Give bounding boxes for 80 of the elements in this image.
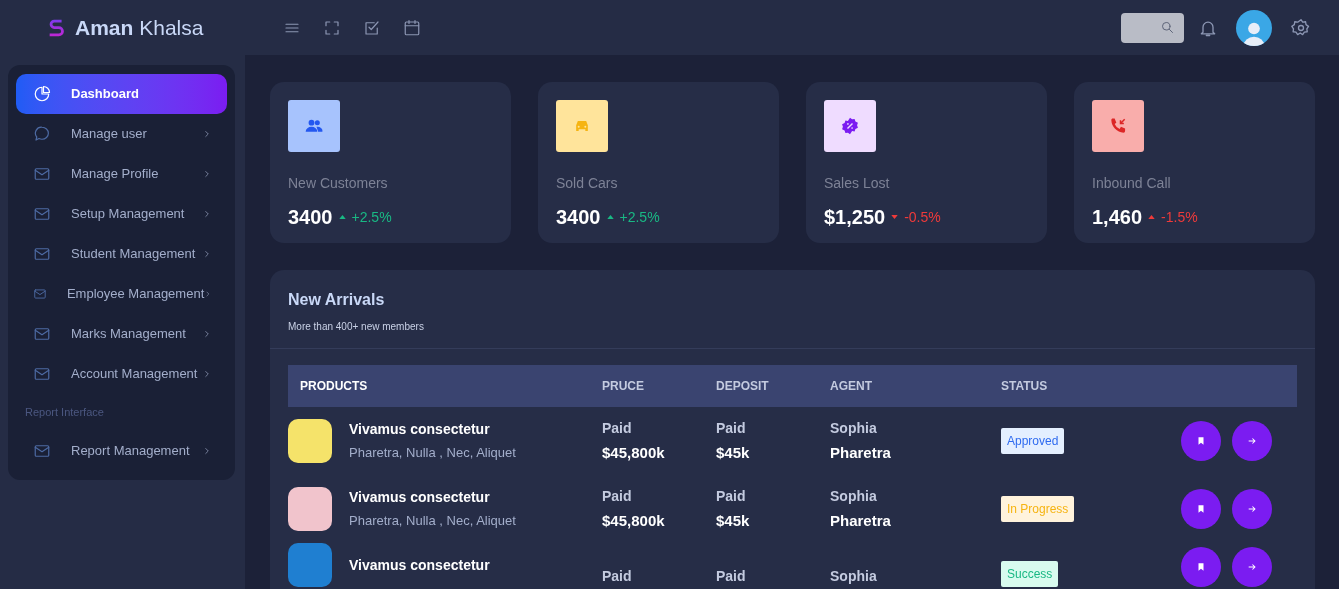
- sidebar-item[interactable]: Report Management: [16, 430, 227, 471]
- table-cell-text: Pharetra: [830, 442, 892, 463]
- pie-chart-icon: [33, 85, 51, 103]
- settings-icon[interactable]: [1291, 17, 1311, 38]
- product-photo-placeholder: [288, 543, 332, 587]
- stat-change: +2.5%: [351, 207, 392, 227]
- table-cell-text: Paid: [716, 418, 747, 438]
- arrow-right-icon: [1247, 562, 1257, 572]
- table-cell-text: $45,800k: [602, 510, 666, 531]
- table-cell-text: Vivamus consectetur: [349, 488, 491, 508]
- sidebar-item[interactable]: Manage user: [16, 114, 227, 154]
- column-header: DEPOSIT: [716, 378, 770, 395]
- product-photo-placeholder: [288, 419, 332, 463]
- table-cell-text: Paid: [716, 567, 747, 586]
- bookmark-icon: [1196, 436, 1206, 446]
- table-cell-text: Sophia: [830, 418, 878, 438]
- table-cell-text: Paid: [602, 418, 633, 438]
- sidebar-item[interactable]: Manage Profile: [16, 154, 227, 194]
- table-cell-text: Paid: [602, 486, 633, 506]
- table-cell-text: Paid: [602, 567, 633, 586]
- table-cell-text: Pharetra, Nulla , Nec, Aliquet: [349, 512, 516, 531]
- stat-value: 3400: [556, 205, 601, 230]
- section-title: New Arrivals: [288, 290, 386, 310]
- discount-badge-icon: [840, 116, 860, 136]
- bookmark-icon: [1196, 562, 1206, 572]
- status-badge: Success: [1001, 561, 1059, 587]
- sidebar-item[interactable]: Account Management: [16, 354, 227, 394]
- table-cell-text: Sophia: [830, 567, 878, 586]
- stat-change: -0.5%: [904, 207, 941, 227]
- chat-bubble-icon: [33, 125, 51, 143]
- mail-icon: [33, 365, 51, 383]
- bookmark-button[interactable]: [1181, 547, 1221, 587]
- status-badge: Approved: [1001, 428, 1065, 454]
- stat-label: New Customers: [288, 174, 389, 193]
- sidebar-item[interactable]: Employee Management: [16, 274, 227, 314]
- stat-value: 1,460: [1092, 205, 1143, 230]
- sidebar-item[interactable]: Student Management: [16, 234, 227, 274]
- stat-label: Sold Cars: [556, 174, 619, 193]
- table-cell-text: $45,800k: [602, 442, 666, 463]
- table-cell-text: Paid: [716, 486, 747, 506]
- bookmark-button[interactable]: [1181, 489, 1221, 529]
- sidebar-item[interactable]: Marks Management: [16, 314, 227, 354]
- search-icon: [1160, 20, 1175, 35]
- stat-change: +2.5%: [619, 207, 660, 227]
- status-badge: In Progress: [1001, 496, 1075, 522]
- table-cell-text: $45k: [716, 442, 751, 463]
- mail-icon: [33, 245, 51, 263]
- table-cell-text: Sophia: [830, 486, 878, 506]
- table-cell-text: Vivamus consectetur: [349, 555, 490, 575]
- table-cell-text: Pharetra: [830, 510, 892, 531]
- arrow-right-icon: [1247, 504, 1257, 514]
- column-header: STATUS: [1001, 378, 1049, 395]
- column-header: AGENT: [830, 378, 873, 395]
- calendar-icon[interactable]: [403, 18, 422, 37]
- mail-icon: [33, 205, 51, 223]
- product-photo-placeholder: [288, 487, 332, 531]
- stat-change: -1.5%: [1161, 207, 1198, 227]
- search-field[interactable]: [1121, 12, 1184, 43]
- stat-value: $1,250: [824, 205, 886, 230]
- section-label: Report Interface: [24, 405, 105, 420]
- stat-value: 3400: [288, 205, 333, 230]
- table-cell-text: $45k: [716, 510, 751, 531]
- sidebar-item[interactable]: Setup Management: [16, 194, 227, 234]
- bookmark-button[interactable]: [1181, 421, 1221, 461]
- stat-label: Inbound Call: [1092, 174, 1172, 193]
- brand-name: Aman Khalsa: [75, 14, 204, 41]
- column-header: PRODUCTS: [299, 378, 369, 395]
- phone-incoming-icon: [1108, 116, 1128, 136]
- arrow-right-icon: [1247, 436, 1257, 446]
- mail-icon: [33, 325, 51, 343]
- sidebar-item[interactable]: Dashboard: [16, 74, 227, 114]
- mail-icon: [33, 165, 51, 183]
- column-header: PRUCE: [602, 378, 645, 395]
- section-subtitle: More than 400+ new members: [288, 320, 425, 334]
- stat-label: Sales Lost: [824, 174, 891, 193]
- table-cell-text: Pharetra, Nulla , Nec, Aliquet: [349, 444, 516, 463]
- bookmark-icon: [1196, 504, 1206, 514]
- table-cell-text: Vivamus consectetur: [349, 420, 491, 440]
- avatar[interactable]: [1236, 9, 1272, 46]
- fullscreen-icon[interactable]: [323, 18, 342, 37]
